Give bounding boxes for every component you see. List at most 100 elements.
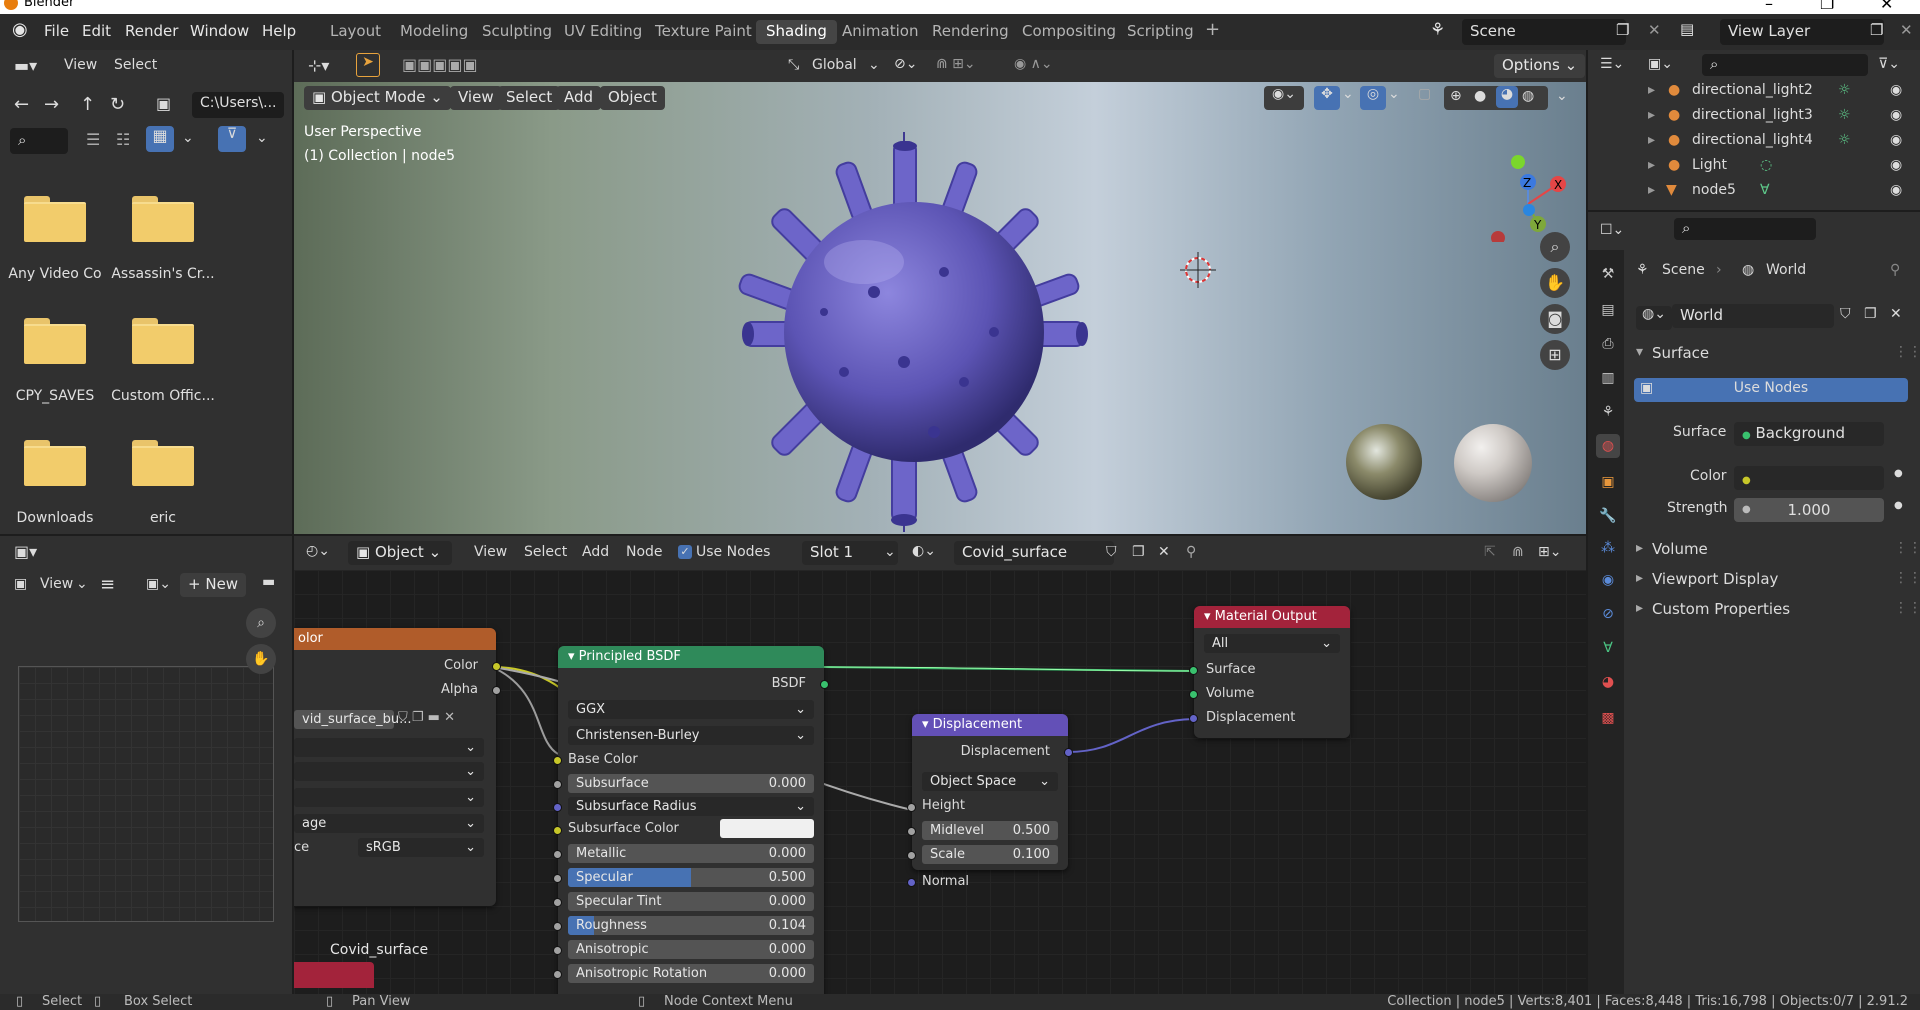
constraints-tab-icon[interactable]: ⊘ (1596, 602, 1620, 626)
new-view-layer-icon[interactable]: ❐ (1870, 21, 1883, 39)
input-socket[interactable] (553, 780, 562, 789)
modifier-tab-icon[interactable]: 🔧 (1596, 504, 1620, 528)
folder-label[interactable]: Any Video Co (0, 266, 110, 282)
folder-label[interactable]: eric (108, 510, 218, 526)
mode-dropdown[interactable]: ▣ Object Mode ⌄ (304, 86, 451, 110)
options-button[interactable]: Options ⌄ (1494, 54, 1586, 78)
minimize-icon[interactable]: – (1765, 0, 1773, 13)
pan-hand-icon[interactable]: ✋ (1540, 268, 1570, 298)
menu-help[interactable]: Help (262, 22, 296, 40)
folder-icon[interactable] (24, 318, 86, 364)
surface-shader-field[interactable]: ● Background (1734, 422, 1884, 446)
object-tab-icon[interactable]: ▣ (1596, 470, 1620, 494)
roughness-field[interactable]: Roughness 0.104 (568, 916, 814, 935)
expand-arrow-icon[interactable]: ▸ (1636, 540, 1643, 556)
folder-label[interactable]: Downloads (0, 510, 110, 526)
input-socket[interactable] (907, 827, 916, 836)
virus-model[interactable] (704, 132, 1124, 532)
use-nodes-button[interactable]: ▣ Use Nodes (1634, 378, 1908, 402)
anisotropic-field[interactable]: Anisotropic 0.000 (568, 940, 814, 959)
surface-panel-header[interactable]: Surface (1652, 344, 1709, 362)
keyframe-dot-icon[interactable]: ● (1894, 500, 1903, 511)
subsurface-field[interactable]: Subsurface 0.000 (568, 774, 814, 793)
solid-shading-icon[interactable]: ● (1474, 88, 1486, 104)
ne-menu-select[interactable]: Select (524, 544, 567, 560)
filter-icon[interactable]: ⊽⌄ (1878, 56, 1900, 72)
scale-field[interactable]: Scale 0.100 (922, 845, 1058, 864)
outliner-search-input[interactable]: ⌕ (1702, 54, 1868, 76)
material-browse-icon[interactable]: ◐⌄ (912, 543, 936, 559)
expand-arrow-icon[interactable]: ▸ (1636, 570, 1643, 586)
ne-menu-view[interactable]: View (474, 544, 507, 560)
wireframe-shading-icon[interactable]: ⊕ (1450, 88, 1462, 104)
view-layer-field[interactable]: View Layer (1720, 19, 1884, 45)
view-layer-icon[interactable]: ▤ (1680, 20, 1694, 38)
specular-tint-field[interactable]: Specular Tint 0.000 (568, 892, 814, 911)
use-nodes-checkbox[interactable]: ✓ (678, 545, 692, 559)
tab-modeling[interactable]: Modeling (390, 20, 478, 44)
distribution-dropdown[interactable]: GGX ⌄ (568, 700, 814, 719)
input-socket[interactable] (553, 970, 562, 979)
output-node-stub[interactable] (294, 962, 374, 988)
tab-layout[interactable]: Layout (320, 20, 391, 44)
new-world-icon[interactable]: ❐ (1864, 306, 1877, 322)
node-header[interactable]: ▾ Principled BSDF (558, 646, 824, 668)
input-socket[interactable] (1189, 666, 1198, 675)
gizmo-y-negative[interactable] (1511, 155, 1525, 169)
ne-menu-node[interactable]: Node (626, 544, 663, 560)
maximize-icon[interactable]: ❐ (1820, 0, 1834, 13)
shader-type-dropdown[interactable]: ▣ Object ⌄ (348, 541, 452, 565)
pivot-icon[interactable]: ⊘⌄ (894, 56, 917, 72)
tab-uv-editing[interactable]: UV Editing (554, 20, 652, 44)
colorspace-dropdown[interactable]: sRGB ⌄ (358, 838, 484, 857)
unlink-world-icon[interactable]: ✕ (1890, 306, 1902, 322)
duplicate-material-icon[interactable]: ❐ (1132, 544, 1145, 560)
strength-field[interactable]: ● 1.000 (1734, 498, 1884, 522)
new-folder-icon[interactable]: ▣ (156, 94, 171, 113)
refresh-icon[interactable]: ↻ (110, 94, 125, 115)
target-dropdown[interactable]: All ⌄ (1204, 634, 1340, 653)
properties-search-input[interactable]: ⌕ (1674, 218, 1816, 240)
input-socket[interactable] (553, 756, 562, 765)
snap-element-icon[interactable]: ⊞⌄ (1538, 544, 1561, 560)
ie-menu-view[interactable]: View (40, 576, 73, 592)
detail-view-icon[interactable]: ☷ (116, 130, 130, 149)
rendered-shading-icon[interactable]: ◍ (1522, 88, 1534, 104)
pin-icon[interactable]: ⚲ (1186, 544, 1196, 560)
fake-user-shield-icon[interactable]: ⛉ (1840, 306, 1851, 322)
world-tab-icon[interactable]: ◍ (1596, 434, 1620, 458)
color-field[interactable]: ● (1734, 466, 1884, 490)
fake-user-shield-icon[interactable]: ⛉ (1106, 544, 1117, 560)
specular-field[interactable]: Specular 0.500 (568, 868, 814, 887)
input-socket[interactable] (1189, 714, 1198, 723)
displacement-node[interactable]: ▾ Displacement Displacement Object Space… (907, 714, 1073, 870)
viewport-3d[interactable]: ▣ Object Mode ⌄ View Select Add Object U… (294, 82, 1586, 534)
output-tab-icon[interactable]: ⎙ (1596, 332, 1620, 356)
texture-tab-icon[interactable]: ▩ (1596, 706, 1620, 730)
drag-handle-icon[interactable]: ⋮⋮ (1894, 570, 1920, 586)
scene-field[interactable]: Scene (1462, 19, 1626, 45)
folder-icon[interactable] (24, 196, 86, 242)
gizmo-z-negative[interactable] (1523, 204, 1535, 216)
node-header[interactable]: olor (294, 628, 496, 650)
gizmo-x-negative[interactable] (1491, 231, 1505, 242)
hamburger-menu-icon[interactable]: ≡ (100, 574, 115, 595)
metallic-field[interactable]: Metallic 0.000 (568, 844, 814, 863)
filter-dropdown-icon[interactable]: ⌄ (256, 130, 268, 146)
tab-texture-paint[interactable]: Texture Paint (645, 20, 762, 44)
folder-label[interactable]: Assassin's Cr... (108, 266, 218, 282)
xray-icon[interactable]: ▢ (1418, 86, 1431, 102)
output-displacement-socket[interactable] (1064, 748, 1073, 757)
tool-tab-icon[interactable]: ⚒ (1596, 262, 1620, 286)
material-tab-icon[interactable]: ◕ (1596, 670, 1620, 694)
tab-scripting[interactable]: Scripting (1117, 20, 1204, 44)
space-dropdown[interactable]: Object Space ⌄ (922, 772, 1058, 791)
scene-tab-icon[interactable]: ⚘ (1596, 400, 1620, 424)
output-color-socket[interactable] (492, 662, 501, 671)
folder-icon[interactable] (24, 440, 86, 486)
remove-scene-icon[interactable]: ✕ (1648, 21, 1661, 39)
input-socket[interactable] (553, 898, 562, 907)
world-name-field[interactable]: World (1672, 304, 1834, 328)
interpolation-dropdown[interactable]: ⌄ (294, 738, 484, 757)
visibility-icon[interactable]: ◉⌄ (1264, 86, 1304, 110)
